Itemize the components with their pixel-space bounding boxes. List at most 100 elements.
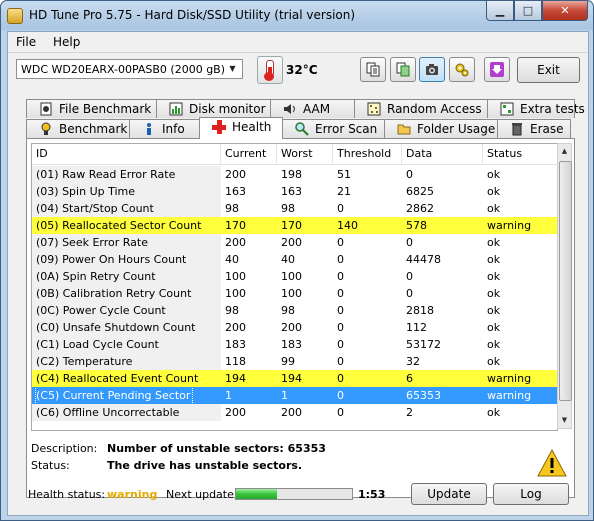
cell-data-text: 6 <box>406 372 413 385</box>
speaker-icon <box>283 102 297 116</box>
menu-help[interactable]: Help <box>53 35 80 49</box>
tab-health[interactable]: Health <box>199 117 283 139</box>
cell-current: 163 <box>221 183 277 200</box>
column-header-threshold[interactable]: Threshold <box>333 144 402 164</box>
thermometer-icon <box>257 56 283 84</box>
tab-label: Benchmark <box>59 122 128 136</box>
trash-icon <box>510 122 524 136</box>
copy-image-icon <box>396 62 410 77</box>
tab-erase[interactable]: Erase <box>497 119 571 138</box>
copy-text-button[interactable] <box>360 57 386 82</box>
table-row[interactable]: (07) Seek Error Rate 200 200 0 0 ok <box>32 234 557 251</box>
cell-current: 200 <box>221 319 277 336</box>
cell-data: 0 <box>402 166 483 183</box>
menu-file[interactable]: File <box>16 35 36 49</box>
tab-label: Disk monitor <box>189 102 266 116</box>
table-row[interactable]: (05) Reallocated Sector Count 170 170 140 57… <box>32 217 557 234</box>
minimize-button[interactable]: ▁ <box>486 1 514 21</box>
update-button[interactable]: Update <box>411 483 487 505</box>
cell-status: ok <box>483 166 557 183</box>
tab-label: Error Scan <box>315 122 378 136</box>
cell-data-text: 65353 <box>406 389 441 402</box>
cell-status-text: ok <box>487 185 501 198</box>
cell-threshold-text: 0 <box>337 321 344 334</box>
cell-id: (C1) Load Cycle Count <box>32 336 221 353</box>
screenshot-button[interactable] <box>419 57 445 82</box>
cell-data: 0 <box>402 268 483 285</box>
table-row[interactable]: (C1) Load Cycle Count 183 183 0 53172 ok <box>32 336 557 353</box>
table-row[interactable]: (04) Start/Stop Count 98 98 0 2862 ok <box>32 200 557 217</box>
table-row[interactable]: (C4) Reallocated Event Count 194 194 0 6 warn… <box>32 370 557 387</box>
cell-data-text: 2818 <box>406 304 434 317</box>
table-row[interactable]: (0A) Spin Retry Count 100 100 0 0 ok <box>32 268 557 285</box>
table-row[interactable]: (0B) Calibration Retry Count 100 100 0 0 ok <box>32 285 557 302</box>
cell-id-text: (03) Spin Up Time <box>36 185 136 198</box>
cell-id-text: (01) Raw Read Error Rate <box>36 168 176 181</box>
save-button[interactable] <box>484 57 510 82</box>
scroll-down-arrow-icon[interactable]: ▼ <box>558 413 571 428</box>
table-row[interactable]: (09) Power On Hours Count 40 40 0 44478 ok <box>32 251 557 268</box>
tab-error-scan[interactable]: Error Scan <box>282 119 385 138</box>
cell-data-text: 112 <box>406 321 427 334</box>
scroll-up-arrow-icon[interactable]: ▲ <box>558 144 571 159</box>
table-row[interactable]: (03) Spin Up Time 163 163 21 6825 ok <box>32 183 557 200</box>
tab-folder-usage[interactable]: Folder Usage <box>384 119 498 138</box>
status-value: The drive has unstable sectors. <box>107 459 303 472</box>
status-label: Status: <box>31 459 70 472</box>
cell-status: warning <box>483 387 557 404</box>
cell-id-text: (07) Seek Error Rate <box>36 236 148 249</box>
column-header-id[interactable]: ID <box>32 144 221 164</box>
tab-extra-tests[interactable]: Extra tests <box>487 99 585 118</box>
cell-id-text: (09) Power On Hours Count <box>36 253 187 266</box>
table-row[interactable]: (C2) Temperature 118 99 0 32 ok <box>32 353 557 370</box>
tab-random-access[interactable]: Random Access <box>354 99 488 118</box>
column-header-current[interactable]: Current <box>221 144 277 164</box>
cell-threshold-text: 0 <box>337 287 344 300</box>
cell-status: ok <box>483 353 557 370</box>
exit-button[interactable]: Exit <box>517 57 580 83</box>
cell-worst: 183 <box>277 336 333 353</box>
cell-threshold: 0 <box>333 251 402 268</box>
table-header: ID Current Worst Threshold Data Status <box>32 144 557 165</box>
cell-current-text: 200 <box>225 236 246 249</box>
column-header-data[interactable]: Data <box>402 144 483 164</box>
column-header-worst[interactable]: Worst <box>277 144 333 164</box>
cell-data: 0 <box>402 234 483 251</box>
table-scrollbar[interactable]: ▲ ▼ <box>557 143 572 429</box>
warning-triangle-icon <box>537 448 567 477</box>
window-title: HD Tune Pro 5.75 - Hard Disk/SSD Utility… <box>29 8 356 22</box>
scrollbar-thumb[interactable] <box>559 161 572 401</box>
cell-threshold-text: 0 <box>337 304 344 317</box>
copy-screenshot-button[interactable] <box>390 57 416 82</box>
column-header-status[interactable]: Status <box>483 144 557 164</box>
cell-current: 194 <box>221 370 277 387</box>
folder-icon <box>397 122 411 136</box>
download-arrow-icon <box>490 62 504 77</box>
table-row[interactable]: (01) Raw Read Error Rate 200 198 51 0 ok <box>32 166 557 183</box>
options-button[interactable] <box>449 57 475 82</box>
tab-aam[interactable]: AAM <box>270 99 355 118</box>
drive-select[interactable]: WDC WD20EARX-00PASB0 (2000 gB) ▼ <box>16 59 243 79</box>
cell-threshold: 140 <box>333 217 402 234</box>
tab-label: Folder Usage <box>417 122 496 136</box>
copy-icon <box>366 62 380 77</box>
cell-status-text: ok <box>487 338 501 351</box>
table-row[interactable]: (0C) Power Cycle Count 98 98 0 2818 ok <box>32 302 557 319</box>
table-row[interactable]: (C0) Unsafe Shutdown Count 200 200 0 112 ok <box>32 319 557 336</box>
tab-file-benchmark[interactable]: File Benchmark <box>26 99 157 118</box>
tab-info[interactable]: Info <box>129 119 200 138</box>
log-button[interactable]: Log <box>493 483 569 505</box>
tab-benchmark[interactable]: Benchmark <box>26 119 130 138</box>
tab-disk-monitor[interactable]: Disk monitor <box>156 99 271 118</box>
cell-worst: 1 <box>277 387 333 404</box>
close-button[interactable]: ✕ <box>542 1 588 21</box>
next-update-label: Next update: <box>166 488 238 501</box>
table-row[interactable]: (C5) Current Pending Sector 1 1 0 65353 warni… <box>32 387 557 404</box>
title-bar[interactable]: HD Tune Pro 5.75 - Hard Disk/SSD Utility… <box>1 1 593 31</box>
cell-current-text: 194 <box>225 372 246 385</box>
cell-data-text: 0 <box>406 287 413 300</box>
maximize-button[interactable]: □ <box>514 1 542 21</box>
cell-status: ok <box>483 183 557 200</box>
cell-status: ok <box>483 234 557 251</box>
table-row[interactable]: (C6) Offline Uncorrectable 200 200 0 2 ok <box>32 404 557 421</box>
